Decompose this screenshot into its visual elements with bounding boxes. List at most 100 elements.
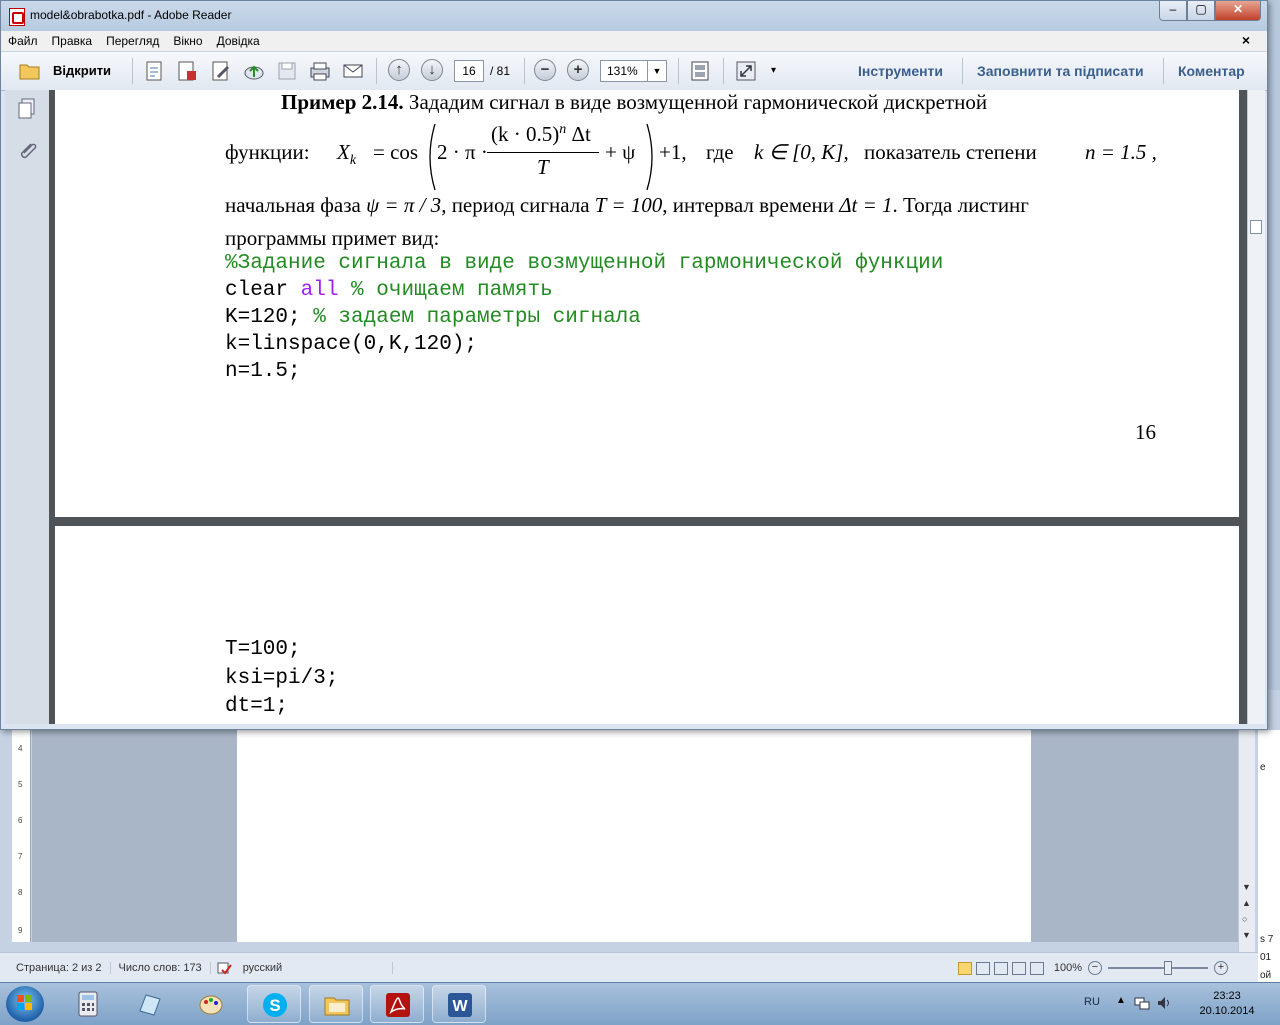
title-bar[interactable]: model&obrabotka.pdf - Adobe Reader – ▢ ✕ (1, 1, 1267, 31)
formula-fraction-bar (487, 152, 599, 153)
code-line-6: T=100; (225, 638, 301, 661)
svg-text:S: S (269, 996, 280, 1015)
scrollbar-thumb[interactable] (1250, 220, 1262, 234)
toolbar-options-icon[interactable]: ▾ (771, 59, 776, 83)
export-pdf-icon[interactable] (176, 60, 198, 82)
zoom-out-icon[interactable]: − (534, 59, 556, 81)
example-text: Зададим сигнал в виде возмущенной гармон… (403, 90, 988, 114)
fill-sign-pane-button[interactable]: Заповнити та підписати (977, 63, 1144, 79)
close-button[interactable]: ✕ (1215, 1, 1261, 21)
formula-plus-psi: + ψ (605, 140, 636, 164)
reading-view-icon[interactable] (975, 961, 990, 975)
zoom-in-icon[interactable]: + (1214, 961, 1228, 975)
previous-page-icon[interactable]: ↑ (388, 59, 410, 81)
power-text: показатель степени (864, 140, 1037, 164)
background-window-fragment: е s 7 01 ой (1258, 730, 1280, 982)
menu-file[interactable]: Файл (1, 34, 45, 48)
select-browse-object-icon[interactable]: ○ (1242, 914, 1247, 924)
document-scrollbar[interactable] (1247, 90, 1265, 724)
vertical-ruler: 456789 (12, 730, 31, 942)
clock[interactable]: 23:23 20.10.2014 (1192, 989, 1262, 1019)
formula-lhs: Xk (337, 140, 357, 169)
functions-word: функции: (225, 140, 310, 164)
toolbar: Відкрити ↑ ↓ / 81 − + 131% (1, 51, 1267, 91)
tools-pane-button[interactable]: Інструменти (858, 63, 943, 79)
fullscreen-icon[interactable] (735, 60, 757, 82)
page-count[interactable]: Страница: 2 из 2 (8, 962, 111, 974)
example-label: Пример 2.14. (281, 90, 404, 114)
edit-pdf-icon[interactable] (210, 60, 232, 82)
pdf-page-17: T=100; ksi=pi/3; dt=1; (55, 526, 1239, 724)
code-line-5: n=1.5; (225, 360, 301, 383)
chevron-down-icon[interactable]: ▼ (647, 61, 666, 81)
word-scrollbar[interactable]: ▼ ▲ ○ ▼ (1238, 730, 1255, 952)
taskbar-explorer[interactable] (309, 985, 363, 1023)
language-indicator-tray[interactable]: RU (1084, 996, 1100, 1008)
outline-view-icon[interactable] (1011, 961, 1026, 975)
print-layout-view-icon[interactable] (957, 961, 972, 975)
web-layout-view-icon[interactable] (993, 961, 1008, 975)
create-pdf-icon[interactable] (143, 60, 165, 82)
word-page[interactable] (237, 730, 1031, 942)
volume-icon[interactable] (1156, 995, 1172, 1011)
formula-open: 2 · π · (437, 140, 488, 164)
prev-page-icon[interactable]: ▲ (1242, 898, 1251, 908)
taskbar-word[interactable]: W (432, 985, 486, 1023)
formula-left-paren (429, 123, 436, 191)
email-icon[interactable] (342, 60, 364, 82)
word-icon: W (447, 992, 473, 1018)
language-indicator[interactable]: русский (235, 962, 394, 974)
close-document-button[interactable]: × (1235, 32, 1257, 48)
draft-view-icon[interactable] (1029, 961, 1044, 975)
word-window: 456789 ▼ ▲ ○ ▼ е s 7 01 ой (0, 690, 1280, 982)
scroll-mode-icon[interactable] (689, 60, 711, 82)
maximize-button[interactable]: ▢ (1187, 1, 1215, 21)
network-icon[interactable] (1134, 995, 1150, 1011)
attachments-icon[interactable] (17, 140, 37, 160)
save-icon[interactable] (276, 60, 298, 82)
menu-window[interactable]: Вікно (166, 34, 209, 48)
minimize-button[interactable]: – (1159, 1, 1187, 21)
show-hidden-icons-icon[interactable]: ▲ (1116, 995, 1126, 1006)
paint-icon (198, 991, 224, 1017)
comment-pane-button[interactable]: Коментар (1178, 63, 1245, 79)
navigation-panel (5, 90, 49, 724)
spellcheck-icon[interactable] (217, 962, 232, 975)
word-count[interactable]: Число слов: 173 (111, 962, 211, 974)
pdf-page-16: Пример 2.14. Зададим сигнал в виде возму… (55, 90, 1239, 517)
next-page-icon[interactable]: ↓ (421, 59, 443, 81)
menu-help[interactable]: Довідка (210, 34, 267, 48)
zoom-out-icon[interactable]: − (1088, 961, 1102, 975)
page-number: 16 (1135, 420, 1156, 444)
scroll-down-icon[interactable]: ▼ (1242, 882, 1251, 892)
menu-edit[interactable]: Правка (45, 34, 100, 48)
cloud-upload-icon[interactable] (243, 60, 265, 82)
example-paragraph-line1: Пример 2.14. Зададим сигнал в виде возму… (281, 90, 987, 115)
formula-after: +1, (659, 140, 687, 164)
print-icon[interactable] (309, 60, 331, 82)
taskbar-calculator[interactable] (61, 985, 115, 1023)
start-button[interactable] (6, 986, 44, 1022)
open-folder-icon[interactable] (19, 60, 41, 82)
taskbar-notepad[interactable] (122, 985, 176, 1023)
zoom-slider[interactable] (1108, 961, 1208, 975)
document-view[interactable]: Пример 2.14. Зададим сигнал в виде возму… (49, 90, 1247, 724)
formula-numerator: (k · 0.5)n Δt (491, 122, 591, 146)
formula-domain: k ∈ [0, K], (754, 140, 849, 164)
zoom-select[interactable]: 131% ▼ (600, 60, 667, 82)
window-title: model&obrabotka.pdf - Adobe Reader (30, 8, 232, 22)
next-page-icon[interactable]: ▼ (1242, 930, 1251, 940)
open-button[interactable]: Відкрити (53, 59, 111, 83)
zoom-level[interactable]: 100% (1054, 962, 1082, 974)
taskbar-paint[interactable] (184, 985, 238, 1023)
window-controls: – ▢ ✕ (1159, 1, 1261, 21)
taskbar-skype[interactable]: S (247, 985, 301, 1023)
page-number-input[interactable] (454, 60, 484, 82)
zoom-in-icon[interactable]: + (567, 59, 589, 81)
zoom-slider-thumb[interactable] (1164, 961, 1172, 975)
taskbar-adobe-reader[interactable] (370, 985, 424, 1023)
menu-bar: Файл Правка Перегляд Вікно Довідка × (1, 31, 1267, 51)
page-thumbnails-icon[interactable] (17, 98, 37, 119)
menu-view[interactable]: Перегляд (99, 34, 166, 48)
formula-right-paren (646, 123, 653, 191)
